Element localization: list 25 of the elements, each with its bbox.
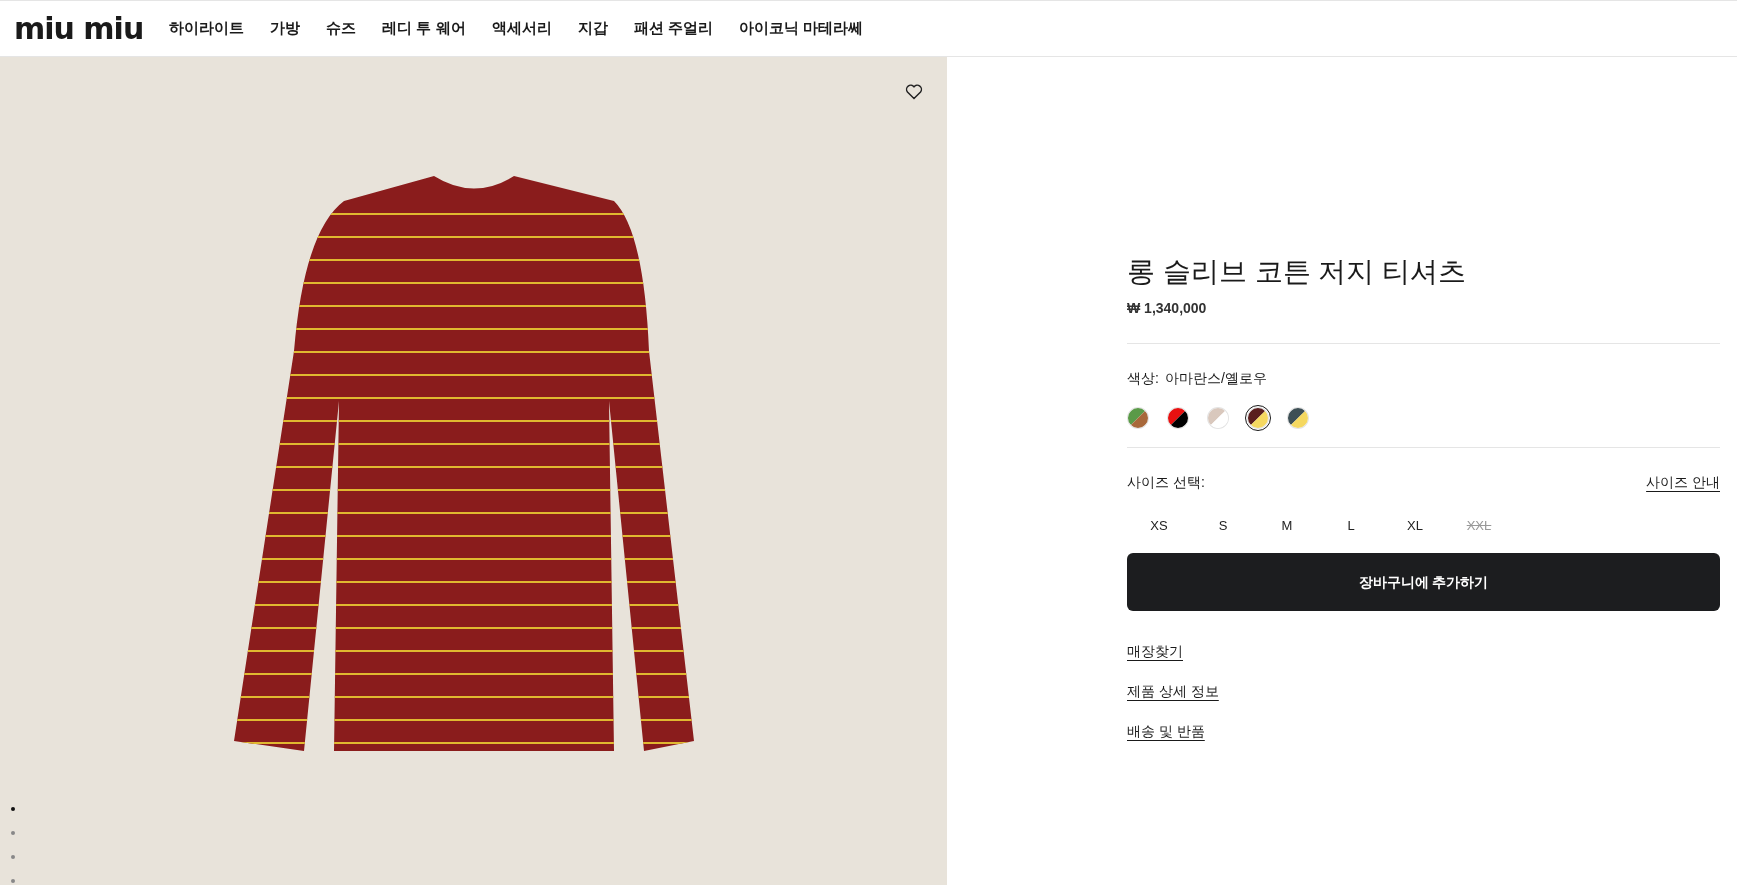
color-label: 색상: [1127, 369, 1159, 388]
info-link[interactable]: 배송 및 반품 [1127, 721, 1205, 742]
size-label: 사이즈 선택: [1127, 473, 1205, 492]
brand-logo[interactable]: miu miu [14, 13, 144, 44]
nav-link[interactable]: 아이코닉 마테라쎄 [738, 17, 863, 40]
nav-link[interactable]: 액세서리 [491, 17, 552, 40]
nav-link[interactable]: 레디 투 웨어 [382, 17, 466, 40]
add-to-cart-button[interactable]: 장바구니에 추가하기 [1127, 553, 1720, 611]
size-option[interactable]: XS [1127, 513, 1191, 539]
size-option[interactable]: M [1255, 513, 1319, 539]
size-option[interactable]: S [1191, 513, 1255, 539]
product-price: ₩ 1,340,000 [1127, 299, 1208, 318]
size-option[interactable]: L [1319, 513, 1383, 539]
size-guide-link[interactable]: 사이즈 안내 [1646, 472, 1720, 493]
size-option[interactable]: XL [1383, 513, 1447, 539]
color-value: 아마란스/옐로우 [1164, 369, 1267, 388]
nav-link[interactable]: 지갑 [577, 17, 608, 40]
nav-link[interactable]: 하이라이트 [169, 17, 245, 40]
info-link[interactable]: 매장찾기 [1127, 641, 1183, 662]
info-link[interactable]: 제품 상세 정보 [1127, 681, 1219, 702]
product-title: 롱 슬리브 코튼 저지 티셔츠 [1127, 255, 1468, 289]
nav-link[interactable]: 가방 [270, 17, 301, 40]
nav-link[interactable]: 패션 주얼리 [633, 17, 713, 40]
nav-link[interactable]: 슈즈 [326, 17, 357, 40]
heart-icon[interactable] [905, 84, 923, 100]
